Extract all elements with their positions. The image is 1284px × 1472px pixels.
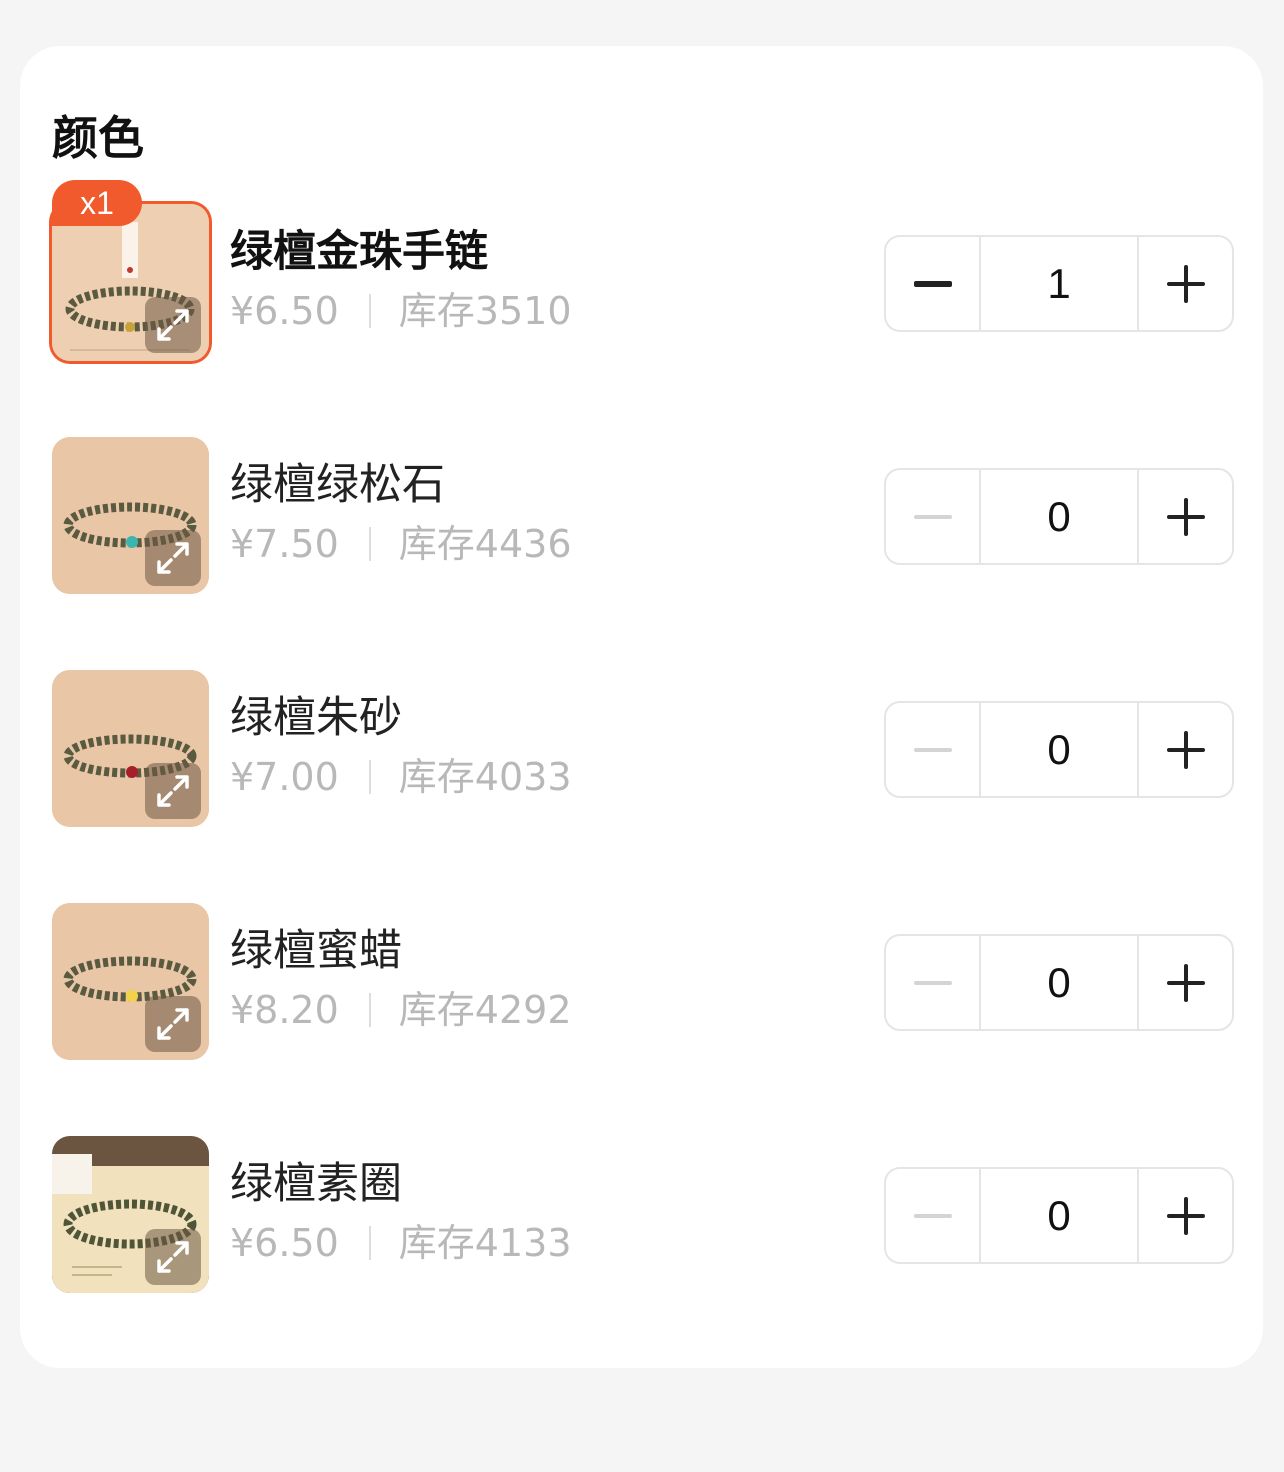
increment-button[interactable] [1137, 470, 1232, 563]
minus-icon [913, 980, 952, 985]
zoom-button[interactable] [145, 530, 201, 586]
quantity-stepper: 0 [884, 934, 1234, 1031]
plus-icon [1166, 730, 1205, 769]
increment-button[interactable] [1137, 237, 1232, 330]
quantity-stepper: 0 [884, 1167, 1234, 1264]
variant-stock: 库存4133 [398, 1221, 572, 1265]
variant-meta: ¥7.50 库存4436 [230, 517, 572, 571]
variant-price: ¥7.50 [230, 522, 339, 566]
decrement-button[interactable] [886, 237, 981, 330]
divider [368, 294, 371, 328]
variant-thumbnail[interactable] [52, 903, 209, 1060]
variant-name: 绿檀蜜蜡 [230, 926, 402, 976]
variant-meta: ¥7.00 库存4033 [230, 750, 572, 804]
variant-row[interactable]: 绿檀蜜蜡 ¥8.20 库存4292 0 [52, 903, 1234, 1060]
variant-thumbnail[interactable] [52, 204, 209, 361]
decrement-button[interactable] [886, 703, 981, 796]
expand-icon [157, 309, 189, 341]
plus-icon [1166, 1196, 1205, 1235]
variant-name: 绿檀绿松石 [230, 460, 445, 510]
variant-list: x1 绿檀金珠手链 ¥6.50 库存3510 1 绿檀绿松石 ¥7.50 库存4… [52, 180, 1234, 1369]
accent-bead [125, 322, 135, 332]
quantity-stepper: 1 [884, 235, 1234, 332]
variant-row[interactable]: 绿檀素圈 ¥6.50 库存4133 0 [52, 1136, 1234, 1293]
section-title: 颜色 [52, 111, 144, 165]
variant-price: ¥6.50 [230, 289, 339, 333]
variant-stock: 库存4436 [398, 522, 572, 566]
selected-count-badge: x1 [52, 180, 142, 226]
expand-icon [157, 775, 189, 807]
increment-button[interactable] [1137, 936, 1232, 1029]
variant-price: ¥6.50 [230, 1221, 339, 1265]
variant-name: 绿檀金珠手链 [230, 227, 488, 277]
expand-icon [157, 542, 189, 574]
plus-icon [1166, 497, 1205, 536]
quantity-value[interactable]: 0 [981, 936, 1137, 1029]
decrement-button[interactable] [886, 470, 981, 563]
zoom-button[interactable] [145, 763, 201, 819]
quantity-value[interactable]: 0 [981, 470, 1137, 563]
variant-row[interactable]: 绿檀朱砂 ¥7.00 库存4033 0 [52, 670, 1234, 827]
variant-name: 绿檀素圈 [230, 1159, 402, 1209]
divider [368, 1226, 371, 1260]
accent-bead [126, 990, 138, 1002]
decrement-button[interactable] [886, 1169, 981, 1262]
quantity-value[interactable]: 0 [981, 1169, 1137, 1262]
expand-icon [157, 1241, 189, 1273]
minus-icon [913, 1213, 952, 1218]
divider [368, 527, 371, 561]
increment-button[interactable] [1137, 703, 1232, 796]
plus-icon [1166, 963, 1205, 1002]
variant-thumbnail[interactable] [52, 1136, 209, 1293]
expand-icon [157, 1008, 189, 1040]
decrement-button[interactable] [886, 936, 981, 1029]
variant-name: 绿檀朱砂 [230, 693, 402, 743]
zoom-button[interactable] [145, 297, 201, 353]
variant-row[interactable]: x1 绿檀金珠手链 ¥6.50 库存3510 1 [52, 180, 1234, 361]
variant-row[interactable]: 绿檀绿松石 ¥7.50 库存4436 0 [52, 437, 1234, 594]
increment-button[interactable] [1137, 1169, 1232, 1262]
plus-icon [1166, 264, 1205, 303]
accent-bead [126, 766, 138, 778]
zoom-button[interactable] [145, 1229, 201, 1285]
variant-meta: ¥6.50 库存3510 [230, 284, 572, 338]
minus-icon [913, 514, 952, 519]
divider [368, 760, 371, 794]
minus-icon [913, 280, 952, 287]
variant-thumbnail[interactable] [52, 437, 209, 594]
variant-stock: 库存4292 [398, 988, 572, 1032]
variant-meta: ¥6.50 库存4133 [230, 1216, 572, 1270]
variant-price: ¥7.00 [230, 755, 339, 799]
variant-meta: ¥8.20 库存4292 [230, 983, 572, 1037]
zoom-button[interactable] [145, 996, 201, 1052]
variant-stock: 库存3510 [398, 289, 572, 333]
variant-price: ¥8.20 [230, 988, 339, 1032]
quantity-stepper: 0 [884, 701, 1234, 798]
variant-stock: 库存4033 [398, 755, 572, 799]
variant-thumbnail[interactable] [52, 670, 209, 827]
quantity-value[interactable]: 0 [981, 703, 1137, 796]
quantity-value[interactable]: 1 [981, 237, 1137, 330]
quantity-stepper: 0 [884, 468, 1234, 565]
accent-bead [126, 536, 138, 548]
minus-icon [913, 747, 952, 752]
divider [368, 993, 371, 1027]
